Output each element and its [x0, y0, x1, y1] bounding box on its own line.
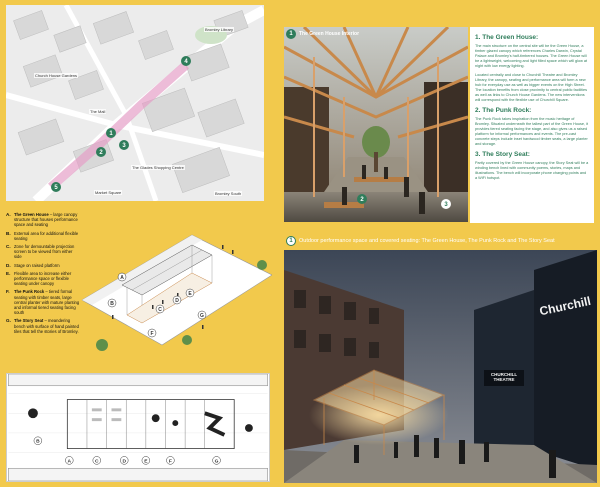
- street-badge: 1: [286, 236, 296, 246]
- axo-marker: G: [200, 313, 204, 319]
- axo-marker: B: [110, 301, 114, 307]
- axo-marker: C: [158, 307, 162, 313]
- street-render: CHURCHILL THEATRE Churchill: [284, 250, 597, 483]
- legend-key: F.: [6, 289, 10, 295]
- theatre-sign: CHURCHILL THEATRE: [491, 372, 517, 382]
- plan-marker: D: [122, 458, 126, 464]
- section-heading: 1. The Green House:: [475, 34, 539, 41]
- map-label-shopping: The Glades Shopping Centre: [131, 165, 185, 170]
- plan-marker: A: [68, 458, 72, 464]
- site-map-drawing: 4 1 2 3 5: [6, 5, 264, 201]
- plan-marker: G: [215, 458, 219, 464]
- street-render-drawing: CHURCHILL THEATRE Churchill: [284, 250, 597, 483]
- axo-marker: F: [150, 331, 153, 337]
- site-plan-svg: A B C D E F G: [8, 374, 268, 481]
- interior-title-text: The Green House Interior: [299, 31, 360, 37]
- street-caption-text: Outdoor performance space and covered se…: [299, 238, 555, 244]
- legend-text: The Punk Rock – tiered formal seating wi…: [14, 289, 80, 316]
- legend-item: C. Zone for demountable projection scree…: [6, 244, 80, 260]
- legend-text: The Story Seat – meandering bench with s…: [14, 318, 79, 334]
- legend-item: B. External area for additional flexible…: [6, 231, 80, 241]
- plan-marker: C: [95, 458, 99, 464]
- legend-item: G. The Story Seat – meandering bench wit…: [6, 318, 80, 334]
- plan-marker: B: [36, 439, 40, 445]
- legend-key: D.: [6, 262, 11, 268]
- axonometric-svg: A B C D E F G: [82, 234, 272, 351]
- legend-key: B.: [6, 230, 11, 236]
- legend-text: Stage on raised platform: [14, 262, 60, 268]
- description-panel: 1. The Green House: The main structure o…: [470, 27, 594, 223]
- section-paragraph: The Punk Rock takes inspiration from the…: [475, 117, 589, 146]
- legend-item: E. Flexible area to increase either perf…: [6, 271, 80, 287]
- section-paragraph: The main structure on the central site w…: [475, 44, 588, 68]
- legend-item: F. The Punk Rock – tiered formal seating…: [6, 289, 80, 315]
- site-plan: A B C D E F G: [6, 373, 270, 482]
- plan-marker: F: [169, 458, 172, 464]
- map-label-gardens: Church House Gardens: [34, 73, 79, 78]
- green-house-interior-render: 2 3 1 The Green House Interior: [284, 27, 468, 222]
- interior-render-drawing: 2 3: [284, 27, 468, 222]
- axo-marker: A: [120, 275, 124, 281]
- section-heading: 2. The Punk Rock:: [475, 107, 532, 114]
- legend-text: The Green House – large canopy structure…: [14, 212, 78, 228]
- legend-item: D. Stage on raised platform: [6, 263, 80, 268]
- legend-key: G.: [6, 318, 11, 324]
- legend-key: E.: [6, 270, 11, 276]
- section-paragraph: Partly covered by the Green House canopy…: [475, 161, 589, 180]
- axonometric-drawing: A B C D E F G: [82, 205, 272, 365]
- street-render-caption: 1 Outdoor performance space and covered …: [286, 236, 555, 246]
- legend-text: Zone for demountable projection screen t…: [14, 244, 75, 260]
- interior-title: 1 The Green House Interior: [286, 29, 359, 39]
- section-paragraph: Located centrally and close to Churchill…: [475, 73, 588, 102]
- legend-key: C.: [6, 244, 11, 250]
- legend-text: External area for additional flexible se…: [14, 230, 79, 241]
- legend-item: A. The Green House – large canopy struct…: [6, 212, 80, 228]
- map-label-high-street: The Mall: [89, 109, 107, 114]
- section-heading: 3. The Story Seat:: [475, 151, 530, 158]
- legend-text: Flexible area to increase either perform…: [14, 270, 72, 287]
- map-label-library: Bromley Library: [204, 27, 235, 32]
- legend: A. The Green House – large canopy struct…: [6, 212, 80, 362]
- map-label-station: Bromley South: [214, 191, 243, 196]
- map-label-market: Market Square: [94, 190, 123, 195]
- interior-badge: 1: [286, 29, 296, 39]
- legend-key: A.: [6, 212, 11, 217]
- axo-marker: D: [175, 298, 179, 304]
- site-map: 4 1 2 3 5 Bromley Library Church House G…: [6, 5, 264, 201]
